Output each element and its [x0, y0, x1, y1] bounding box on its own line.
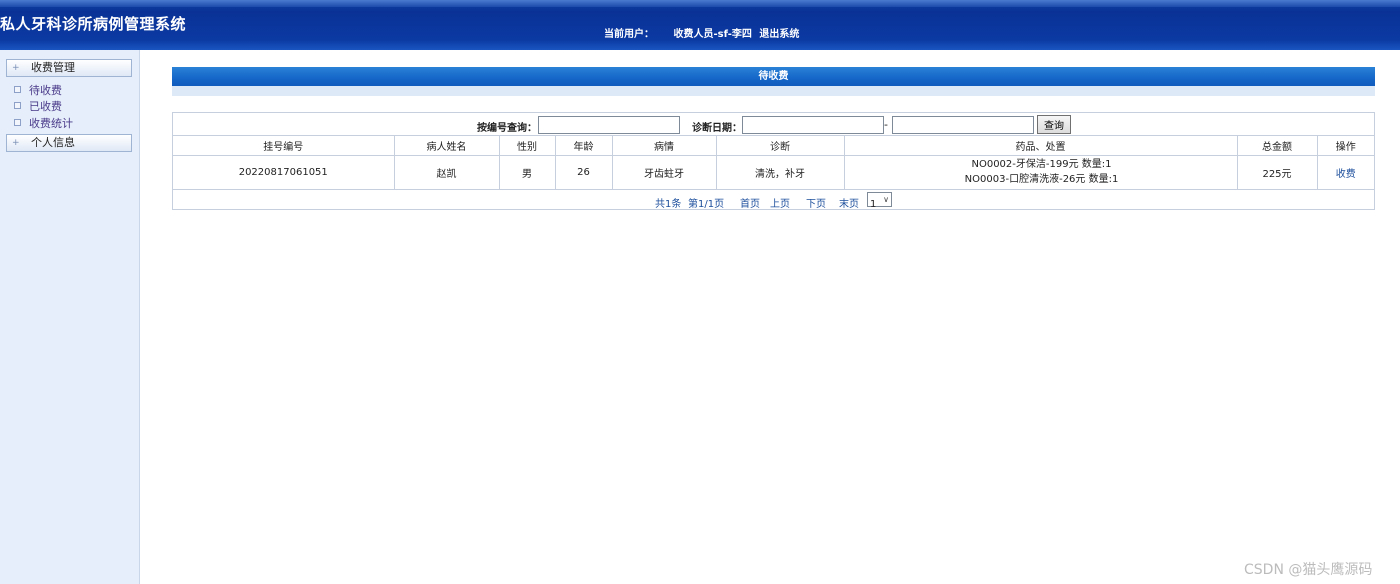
- search-bar: 按编号查询： 诊断日期： - 查询: [173, 113, 1374, 136]
- col-header: 性别: [499, 136, 556, 156]
- date-to-input[interactable]: [892, 116, 1034, 134]
- cell-age: 26: [555, 155, 613, 190]
- panel-title: 待收费: [172, 67, 1375, 86]
- code-search-label: 按编号查询：: [477, 123, 537, 134]
- current-user-label: 当前用户：: [604, 29, 654, 40]
- code-search-input[interactable]: [538, 116, 680, 134]
- sidebar-item-charge-stats[interactable]: 收费统计: [14, 115, 73, 131]
- menu-group-billing[interactable]: + 收费管理: [6, 59, 132, 77]
- app-title: 私人牙科诊所病例管理系统: [0, 15, 187, 33]
- watermark: CSDN @猫头鹰源码: [1244, 562, 1373, 578]
- menu-group-label: 收费管理: [31, 61, 75, 74]
- sidebar-item-label: 待收费: [29, 84, 62, 97]
- expand-icon: +: [12, 63, 20, 73]
- data-grid: 按编号查询： 诊断日期： - 查询 挂号编号 病人姓名 性别 年龄 病情 诊断 …: [172, 112, 1375, 210]
- cell-reg-no: 20220817061051: [173, 155, 395, 190]
- panel-subbar: [172, 86, 1375, 96]
- user-bar: 当前用户： 收费人员-sf-李四 退出系统: [604, 25, 815, 40]
- col-header: 诊断: [716, 136, 845, 156]
- menu-group-profile[interactable]: + 个人信息: [6, 134, 132, 152]
- col-header: 病人姓名: [394, 136, 500, 156]
- table-header-row: 挂号编号 病人姓名 性别 年龄 病情 诊断 药品、处置 总金额 操作: [173, 136, 1374, 156]
- date-separator: -: [884, 118, 888, 131]
- bullet-icon: [14, 86, 21, 93]
- expand-icon: +: [12, 138, 20, 148]
- cell-condition: 牙齿蛀牙: [612, 155, 717, 190]
- cell-name: 赵凯: [394, 155, 500, 190]
- date-from-input[interactable]: [742, 116, 884, 134]
- cell-diagnosis: 清洗，补牙: [716, 155, 845, 190]
- pager-total: 共1条: [655, 199, 682, 210]
- chevron-down-icon: ∨: [883, 195, 889, 204]
- date-label: 诊断日期：: [692, 123, 742, 134]
- sidebar-item-label: 已收费: [29, 100, 62, 113]
- col-header: 病情: [612, 136, 717, 156]
- cell-action: 收费: [1317, 155, 1374, 190]
- bullet-icon: [14, 102, 21, 109]
- cell-gender: 男: [499, 155, 556, 190]
- pager-next-link[interactable]: 下页: [806, 195, 826, 210]
- cell-total: 225元: [1237, 155, 1318, 190]
- pager-last-link[interactable]: 末页: [839, 195, 859, 210]
- col-header: 挂号编号: [173, 136, 395, 156]
- cell-medication: NO0002-牙保洁-199元 数量:1 NO0003-口腔清洗液-26元 数量…: [844, 155, 1238, 190]
- current-user-name: 收费人员-sf-李四: [673, 29, 752, 40]
- col-header: 操作: [1317, 136, 1374, 156]
- logout-link[interactable]: 退出系统: [759, 29, 799, 40]
- col-header: 总金额: [1237, 136, 1318, 156]
- sidebar-item-charged[interactable]: 已收费: [14, 98, 62, 114]
- col-header: 年龄: [555, 136, 613, 156]
- sidebar-item-label: 收费统计: [29, 117, 73, 130]
- col-header: 药品、处置: [844, 136, 1238, 156]
- page-select-value: 1: [870, 199, 877, 210]
- pager-page: 第1/1页: [688, 199, 725, 210]
- pager-first-link[interactable]: 首页: [740, 195, 760, 210]
- menu-group-label: 个人信息: [31, 136, 75, 149]
- table-row: 20220817061051 赵凯 男 26 牙齿蛀牙 清洗，补牙 NO0002…: [173, 155, 1374, 190]
- medication-line: NO0002-牙保洁-199元 数量:1: [971, 159, 1112, 170]
- pager-prev-link[interactable]: 上页: [770, 195, 790, 210]
- query-button[interactable]: 查询: [1037, 115, 1071, 134]
- pagination: 共1条 第1/1页 首页 上页 下页 末页 1 ∨: [173, 190, 1374, 210]
- pending-charge-table: 挂号编号 病人姓名 性别 年龄 病情 诊断 药品、处置 总金额 操作 20220…: [173, 136, 1374, 190]
- medication-line: NO0003-口腔清洗液-26元 数量:1: [964, 174, 1119, 185]
- page-select[interactable]: 1 ∨: [867, 192, 892, 210]
- charge-link[interactable]: 收费: [1336, 169, 1356, 180]
- header-stripe: [0, 0, 1400, 7]
- top-header: 私人牙科诊所病例管理系统 当前用户： 收费人员-sf-李四 退出系统: [0, 0, 1400, 50]
- bullet-icon: [14, 119, 21, 126]
- sidebar-item-pending-charge[interactable]: 待收费: [14, 82, 62, 98]
- sidebar: + 收费管理 待收费 已收费 收费统计 + 个人信息: [0, 50, 140, 584]
